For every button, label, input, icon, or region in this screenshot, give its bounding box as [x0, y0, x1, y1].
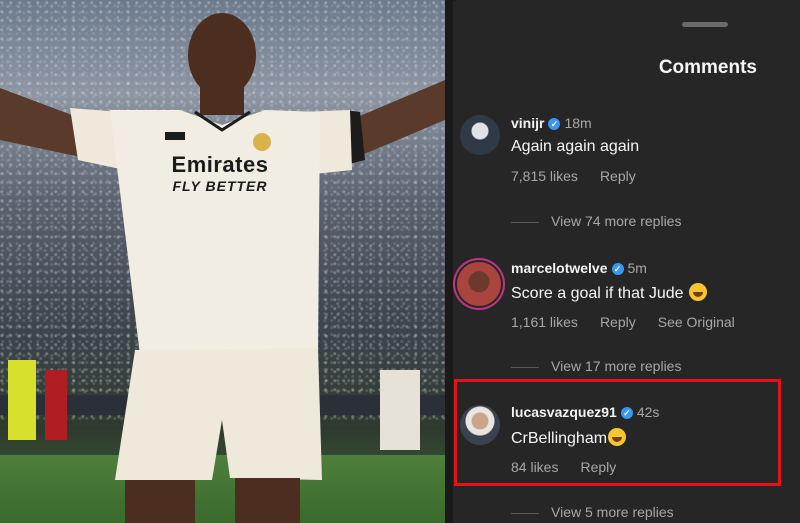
view-replies-text[interactable]: View 17 more replies [551, 358, 681, 374]
comment-time: 5m [627, 260, 647, 276]
verified-icon: ✓ [548, 118, 561, 130]
view-replies-link[interactable]: View 74 more replies [511, 213, 681, 229]
username-text[interactable]: marcelotwelve [511, 260, 608, 276]
panel-title: Comments [658, 57, 757, 78]
sheet-grabber[interactable] [682, 22, 728, 27]
reply-button[interactable]: Reply [600, 314, 636, 330]
replies-divider [511, 512, 539, 514]
comment-meta: 7,815 likes Reply [511, 168, 658, 184]
comment-meta: 1,161 likes Reply See Original [511, 314, 757, 330]
view-replies-text[interactable]: View 5 more replies [551, 504, 674, 520]
comment-username[interactable]: marcelotwelve ✓ 5m [511, 260, 647, 276]
verified-icon: ✓ [611, 263, 624, 275]
highlight-box [454, 379, 781, 486]
username-text[interactable]: vinijr [511, 115, 544, 131]
comment-text: Score a goal if that Jude [511, 283, 707, 303]
avatar[interactable] [457, 262, 501, 306]
grinning-face-icon [688, 283, 707, 301]
reply-button[interactable]: Reply [600, 168, 636, 184]
sponsor-line2: FLY BETTER [172, 178, 268, 194]
replies-divider [511, 221, 539, 223]
view-replies-link[interactable]: View 17 more replies [511, 358, 681, 374]
view-replies-link[interactable]: View 5 more replies [511, 504, 674, 520]
player-photo: Emirates FLY BETTER [0, 0, 445, 523]
likes-count[interactable]: 7,815 likes [511, 168, 578, 184]
view-replies-text[interactable]: View 74 more replies [551, 213, 681, 229]
sponsor-line1: Emirates [171, 152, 269, 177]
comment-username[interactable]: vinijr ✓ 18m [511, 115, 592, 131]
replies-divider [511, 366, 539, 368]
likes-count[interactable]: 1,161 likes [511, 314, 578, 330]
avatar[interactable] [460, 115, 500, 155]
player-figure [0, 13, 445, 523]
comment-text-body: Score a goal if that Jude [511, 285, 684, 302]
see-original-button[interactable]: See Original [658, 314, 735, 330]
comment-time: 18m [564, 115, 592, 131]
shirt-sponsor: Emirates FLY BETTER [150, 152, 290, 194]
comment-text: Again again again [511, 138, 640, 155]
